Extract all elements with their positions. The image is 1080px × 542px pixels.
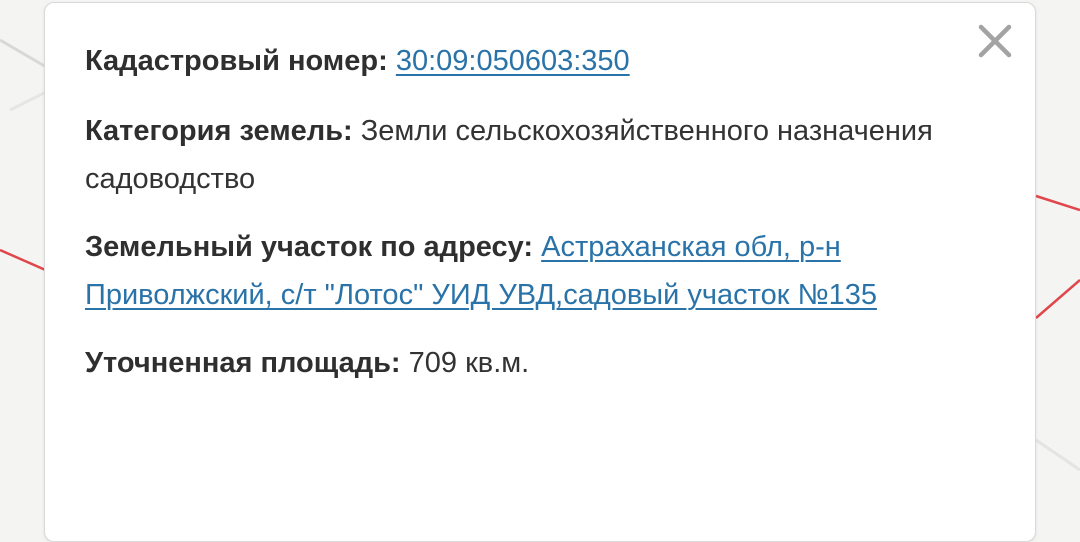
- address-label: Земельный участок по адресу:: [85, 231, 534, 263]
- area-row: Уточненная площадь: 709 кв.м.: [85, 339, 965, 387]
- address-row: Земельный участок по адресу: Астраханска…: [85, 223, 965, 319]
- parcel-info-popup: Кадастровый номер: 30:09:050603:350 Кате…: [44, 2, 1036, 542]
- cadastral-number-link[interactable]: 30:09:050603:350: [396, 45, 630, 77]
- cadastral-number-row: Кадастровый номер: 30:09:050603:350: [85, 37, 965, 85]
- land-category-label: Категория земель:: [85, 115, 353, 147]
- land-category-row: Категория земель: Земли сельскохозяйстве…: [85, 107, 965, 203]
- land-category-value: Земли сельскохозяйственного назначения: [360, 115, 933, 147]
- area-label: Уточненная площадь:: [85, 347, 401, 379]
- parcel-details: Кадастровый номер: 30:09:050603:350 Кате…: [85, 37, 965, 387]
- area-value: 709 кв.м.: [408, 347, 530, 379]
- land-usage-value: садоводство: [85, 163, 256, 195]
- close-icon: [978, 24, 1012, 58]
- close-button[interactable]: [977, 23, 1013, 59]
- cadastral-number-label: Кадастровый номер:: [85, 45, 388, 77]
